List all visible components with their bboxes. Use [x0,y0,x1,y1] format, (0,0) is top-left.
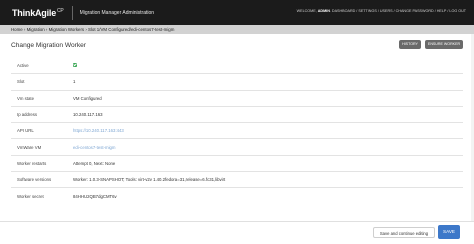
field-row-ip-address: Ip address 10.240.117.163 [11,105,463,122]
field-label: Vm state [17,95,34,101]
logo-divider [71,5,73,20]
vmware-vm-link[interactable]: edi-centos7-test-migm [73,145,116,150]
field-label: Software versions [17,177,52,183]
field-row-api-url: API URL https://10.240.117.163:443 [11,122,463,138]
field-label: Ip address [17,112,38,118]
app-title: Migration Manager Administration [79,9,155,16]
brand-logo[interactable]: ThinkAgileCP [0,8,64,18]
field-row-active: Active [11,57,463,73]
field-value: 84HHU2QB7dgCMT6v [73,193,117,199]
field-list: Active Slot 1 Vm state VM Configured Ip ad… [11,57,463,204]
field-label: Slot [17,79,25,85]
field-label: Worker secret [17,193,44,199]
save-button[interactable]: SAVE [438,225,460,239]
field-value: VM Configured [73,95,102,101]
username: ADMIN [317,9,330,13]
breadcrumb[interactable]: Home › Migration › Migration Workers › S… [0,25,474,34]
field-value: Attempt 0, Next: None [73,160,116,166]
field-label: Worker restarts [17,160,47,166]
field-label: VmWare VM [17,144,42,150]
field-row-vm-state: Vm state VM Configured [11,89,463,106]
active-value [73,62,77,68]
page-title: Change Migration Worker [11,42,87,49]
field-row-software-versions: Software versions Worker: 1.0.3-SNAPSHOT;… [11,171,463,187]
history-button[interactable]: HISTORY [399,40,421,49]
nav-links[interactable]: DASHBOARD / SETTINGS / USERS / CHANGE PA… [332,9,466,13]
field-value: 10.240.117.163 [73,112,103,118]
field-label: API URL [17,128,34,134]
field-row-worker-secret: Worker secret 84HHU2QB7dgCMT6v [11,187,463,203]
ensure-worker-button[interactable]: ENSURE WORKER [425,40,463,49]
save-and-continue-button[interactable]: Save and continue editing [373,227,435,238]
field-value: Worker: 1.0.3-SNAPSHOT; Tools: virt-v2v … [73,177,226,183]
field-row-worker-restarts: Worker restarts Attempt 0, Next: None [11,154,463,171]
top-bar: ThinkAgileCP Migration Manager Administr… [0,0,474,25]
check-icon [73,62,77,67]
user-nav[interactable]: WELCOME, ADMIN. DASHBOARD / SETTINGS / U… [297,9,466,13]
field-row-slot: Slot 1 [11,73,463,89]
api-url-link[interactable]: https://10.240.117.163:443 [73,128,124,133]
field-value: 1 [73,79,76,85]
field-row-vmware-vm: VmWare VM edi-centos7-test-migm [11,138,463,154]
field-label: Active [17,62,29,68]
